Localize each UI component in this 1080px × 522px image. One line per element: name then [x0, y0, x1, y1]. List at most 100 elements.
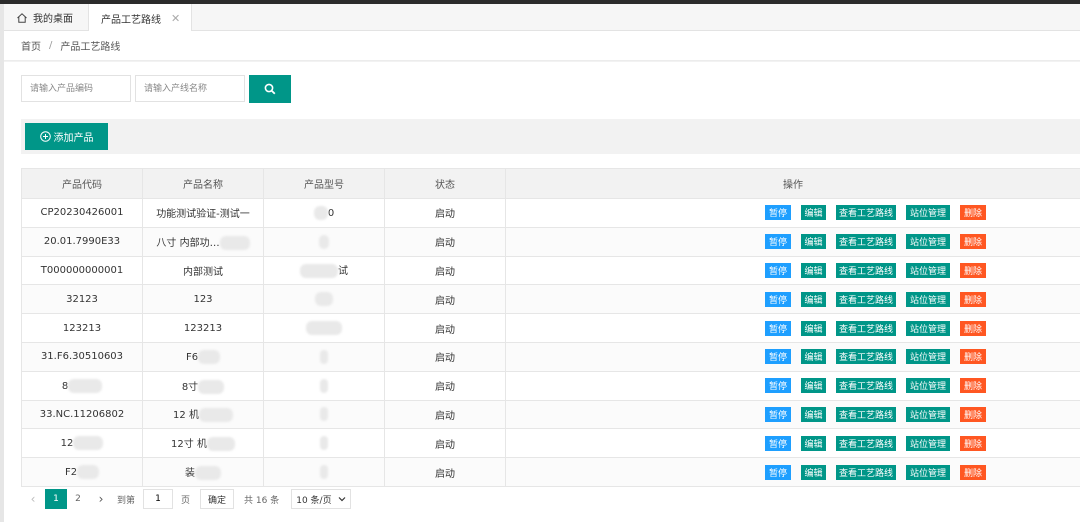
- prev-page-icon[interactable]: ‹: [21, 492, 45, 506]
- edit-button[interactable]: 编辑: [801, 378, 826, 394]
- delete-button[interactable]: 删除: [960, 464, 986, 480]
- search-icon: [264, 83, 276, 95]
- redacted-mask: [320, 407, 328, 422]
- page-1-button[interactable]: 1: [45, 489, 67, 509]
- delete-button[interactable]: 删除: [960, 349, 986, 365]
- column-header: 状态: [384, 168, 506, 199]
- cell-name: 装: [142, 457, 264, 487]
- cell-name: 内部测试: [142, 255, 264, 286]
- status-text: 启动: [435, 324, 455, 336]
- table-row: CP20230426001 功能测试验证-测试一 0 启动 暂停 编辑 查看工艺路线 站位管理…: [21, 198, 1080, 228]
- goto-confirm-button[interactable]: 确定: [200, 489, 235, 509]
- breadcrumb-current: 产品工艺路线: [60, 42, 121, 53]
- view-route-button[interactable]: 查看工艺路线: [836, 262, 896, 278]
- cell-name: 12 机: [142, 399, 264, 430]
- station-manage-button[interactable]: 站位管理: [906, 205, 950, 221]
- cell-name: 123: [142, 284, 264, 315]
- pause-button[interactable]: 暂停: [765, 320, 791, 336]
- pause-button[interactable]: 暂停: [765, 205, 791, 221]
- view-route-button[interactable]: 查看工艺路线: [836, 435, 896, 451]
- redacted-mask: [77, 465, 100, 480]
- station-manage-button[interactable]: 站位管理: [906, 234, 950, 250]
- home-icon: [17, 12, 27, 23]
- view-route-button[interactable]: 查看工艺路线: [836, 320, 896, 336]
- delete-button[interactable]: 删除: [960, 291, 986, 307]
- add-product-button[interactable]: 添加产品: [25, 123, 108, 150]
- delete-button[interactable]: 删除: [960, 234, 986, 250]
- delete-button[interactable]: 删除: [960, 435, 986, 451]
- breadcrumb-home[interactable]: 首页: [21, 38, 41, 53]
- edit-button[interactable]: 编辑: [801, 435, 826, 451]
- search-button[interactable]: [249, 75, 291, 103]
- station-manage-button[interactable]: 站位管理: [906, 349, 950, 365]
- pause-button[interactable]: 暂停: [765, 406, 791, 422]
- view-route-button[interactable]: 查看工艺路线: [836, 464, 896, 480]
- view-route-button[interactable]: 查看工艺路线: [836, 291, 896, 307]
- edit-button[interactable]: 编辑: [801, 291, 826, 307]
- station-manage-button[interactable]: 站位管理: [906, 320, 950, 336]
- view-route-button[interactable]: 查看工艺路线: [836, 205, 896, 221]
- product-name: 12 机: [173, 410, 199, 422]
- station-manage-button[interactable]: 站位管理: [906, 378, 950, 394]
- cell-status: 启动: [384, 313, 506, 343]
- cell-model: 试: [263, 255, 385, 286]
- edit-button[interactable]: 编辑: [801, 349, 826, 365]
- pause-button[interactable]: 暂停: [765, 378, 791, 394]
- status-text: 启动: [435, 410, 455, 422]
- station-manage-button[interactable]: 站位管理: [906, 262, 950, 278]
- cell-model: [263, 399, 385, 430]
- pause-button[interactable]: 暂停: [765, 234, 791, 250]
- table-row: 8 8寸 启动 暂停 编辑 查看工艺路线 站位管理 删除: [21, 370, 1080, 401]
- tab-product-route[interactable]: 产品工艺路线 ✕: [88, 4, 192, 32]
- delete-button[interactable]: 删除: [960, 205, 986, 221]
- view-route-button[interactable]: 查看工艺路线: [836, 378, 896, 394]
- product-code: 12: [60, 438, 74, 450]
- goto-page-input[interactable]: [143, 489, 174, 509]
- product-name: 8寸: [181, 381, 199, 393]
- station-manage-button[interactable]: 站位管理: [906, 291, 950, 307]
- redacted-mask: [73, 436, 104, 451]
- redacted-mask: [198, 379, 225, 394]
- next-page-icon[interactable]: ›: [89, 492, 113, 506]
- breadcrumb: 首页 / 产品工艺路线: [4, 31, 1080, 61]
- cell-code: T000000000001: [21, 255, 143, 286]
- pause-button[interactable]: 暂停: [765, 349, 791, 365]
- product-model: 试: [338, 266, 348, 278]
- delete-button[interactable]: 删除: [960, 378, 986, 394]
- view-route-button[interactable]: 查看工艺路线: [836, 406, 896, 422]
- line-name-input[interactable]: [135, 75, 245, 102]
- station-manage-button[interactable]: 站位管理: [906, 406, 950, 422]
- edit-button[interactable]: 编辑: [801, 205, 826, 221]
- close-icon[interactable]: ✕: [171, 12, 180, 25]
- redacted-mask: [320, 465, 328, 480]
- cell-actions: 暂停 编辑 查看工艺路线 站位管理 删除: [505, 399, 1080, 430]
- delete-button[interactable]: 删除: [960, 320, 986, 336]
- pause-button[interactable]: 暂停: [765, 435, 791, 451]
- edit-button[interactable]: 编辑: [801, 464, 826, 480]
- delete-button[interactable]: 删除: [960, 262, 986, 278]
- page-size-select[interactable]: 10 条/页: [291, 489, 351, 509]
- product-code: F2: [64, 467, 78, 479]
- delete-button[interactable]: 删除: [960, 406, 986, 422]
- page-2-button[interactable]: 2: [67, 489, 89, 509]
- status-text: 启动: [435, 238, 455, 250]
- view-route-button[interactable]: 查看工艺路线: [836, 349, 896, 365]
- station-manage-button[interactable]: 站位管理: [906, 435, 950, 451]
- product-code: 20.01.7990E33: [43, 236, 121, 248]
- edit-button[interactable]: 编辑: [801, 234, 826, 250]
- edit-button[interactable]: 编辑: [801, 320, 826, 336]
- edit-button[interactable]: 编辑: [801, 262, 826, 278]
- tab-product-route-label: 产品工艺路线: [101, 14, 161, 26]
- view-route-button[interactable]: 查看工艺路线: [836, 234, 896, 250]
- product-code: 31.F6.30510603: [40, 351, 124, 363]
- tab-home[interactable]: 我的桌面: [12, 4, 86, 31]
- station-manage-button[interactable]: 站位管理: [906, 464, 950, 480]
- redacted-mask: [198, 349, 221, 364]
- product-code: 33.NC.11206802: [39, 408, 125, 420]
- pause-button[interactable]: 暂停: [765, 262, 791, 278]
- product-code-input[interactable]: [21, 75, 131, 102]
- pause-button[interactable]: 暂停: [765, 291, 791, 307]
- edit-button[interactable]: 编辑: [801, 406, 826, 422]
- cell-actions: 暂停 编辑 查看工艺路线 站位管理 删除: [505, 341, 1080, 372]
- pause-button[interactable]: 暂停: [765, 464, 791, 480]
